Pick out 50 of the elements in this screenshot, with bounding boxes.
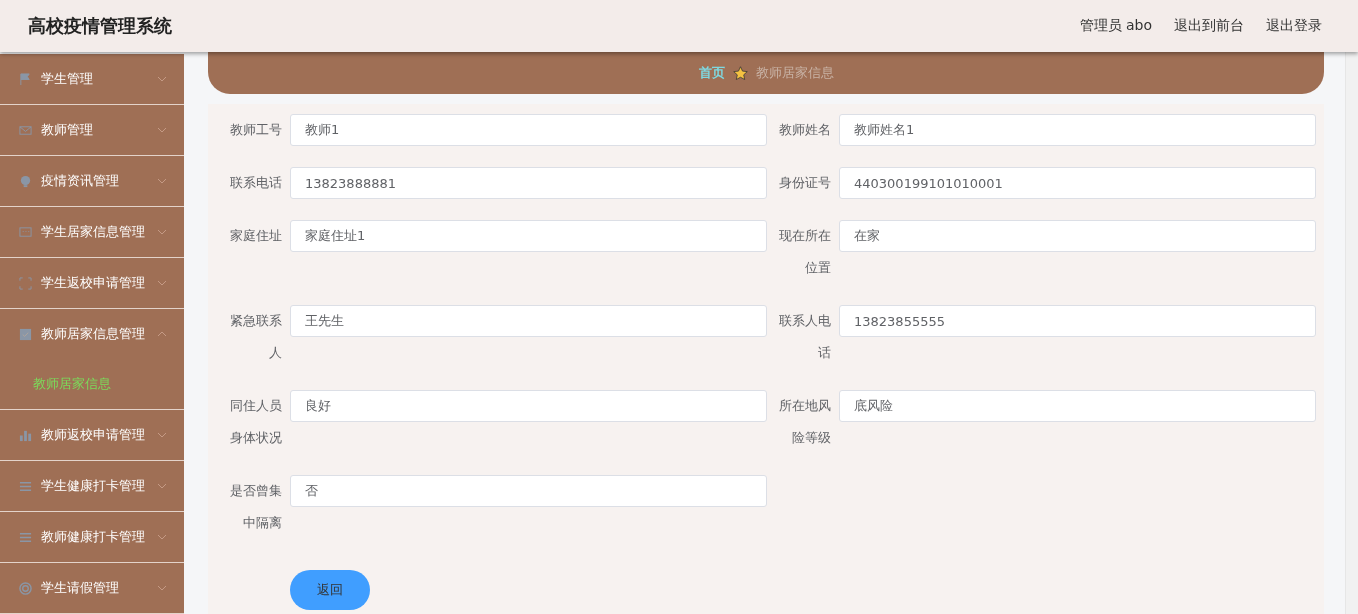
field-label: 教师姓名 (778, 121, 831, 139)
back-button[interactable]: 返回 (290, 570, 370, 610)
field-label: 家庭住址 (229, 227, 282, 245)
menu-item[interactable]: 学生请假管理 (0, 563, 184, 613)
input-field[interactable]: 教师1 (290, 114, 767, 146)
chat-icon (19, 225, 32, 239)
nav-link[interactable]: 退出到前台 (1174, 17, 1244, 35)
menu-item[interactable]: 教师健康打卡管理 (0, 512, 184, 562)
field-label: 联系电话 (229, 174, 282, 192)
field-label: 现在所在位置 (778, 227, 831, 277)
field-label: 联系人电话 (778, 312, 831, 362)
nav-link[interactable]: 退出登录 (1266, 17, 1322, 35)
menu-item[interactable]: 学生居家信息管理 (0, 207, 184, 257)
user-label: 管理员 abo (1079, 17, 1152, 35)
field-label: 同住人员身体状况 (229, 397, 282, 447)
menu-item[interactable]: 学生返校申请管理 (0, 258, 184, 308)
app-title: 高校疫情管理系统 (28, 14, 172, 38)
input-field[interactable]: 底风险 (839, 390, 1316, 422)
input-field[interactable]: 家庭住址1 (290, 220, 767, 252)
target-icon (19, 581, 32, 595)
input-field[interactable]: 440300199101010001 (839, 167, 1316, 199)
bar-chart-icon (19, 428, 32, 442)
field-label: 是否曾集中隔离 (229, 482, 282, 532)
input-field[interactable]: 否 (290, 475, 767, 507)
menu-item[interactable]: 教师返校申请管理 (0, 410, 184, 460)
menu-item[interactable]: 教师管理 (0, 105, 184, 155)
menu-item[interactable]: 疫情资讯管理 (0, 156, 184, 206)
input-field[interactable]: 良好 (290, 390, 767, 422)
field-label: 紧急联系人 (229, 312, 282, 362)
lightbulb-icon (19, 174, 32, 188)
field-label: 所在地风险等级 (778, 397, 831, 447)
checkbox-icon (19, 327, 32, 341)
field-label: 身份证号 (778, 174, 831, 192)
input-field[interactable]: 13823888881 (290, 167, 767, 199)
input-field[interactable]: 王先生 (290, 305, 767, 337)
field-label: 教师工号 (229, 121, 282, 139)
list-icon (19, 530, 32, 544)
envelope-icon (19, 123, 32, 137)
input-field[interactable]: 在家 (839, 220, 1316, 252)
input-field[interactable]: 13823855555 (839, 305, 1316, 337)
breadcrumb-current: 教师居家信息 (755, 64, 834, 82)
star-icon (732, 65, 748, 81)
menu-item[interactable]: 学生健康打卡管理 (0, 461, 184, 511)
list-icon (19, 479, 32, 493)
menu-item[interactable]: 教师居家信息管理 (0, 309, 184, 359)
scrollbar[interactable] (1345, 52, 1358, 614)
corners-icon (19, 276, 32, 290)
menu-item[interactable]: 学生管理 (0, 54, 184, 104)
flag-icon (19, 72, 32, 86)
input-field[interactable]: 教师姓名1 (839, 114, 1316, 146)
